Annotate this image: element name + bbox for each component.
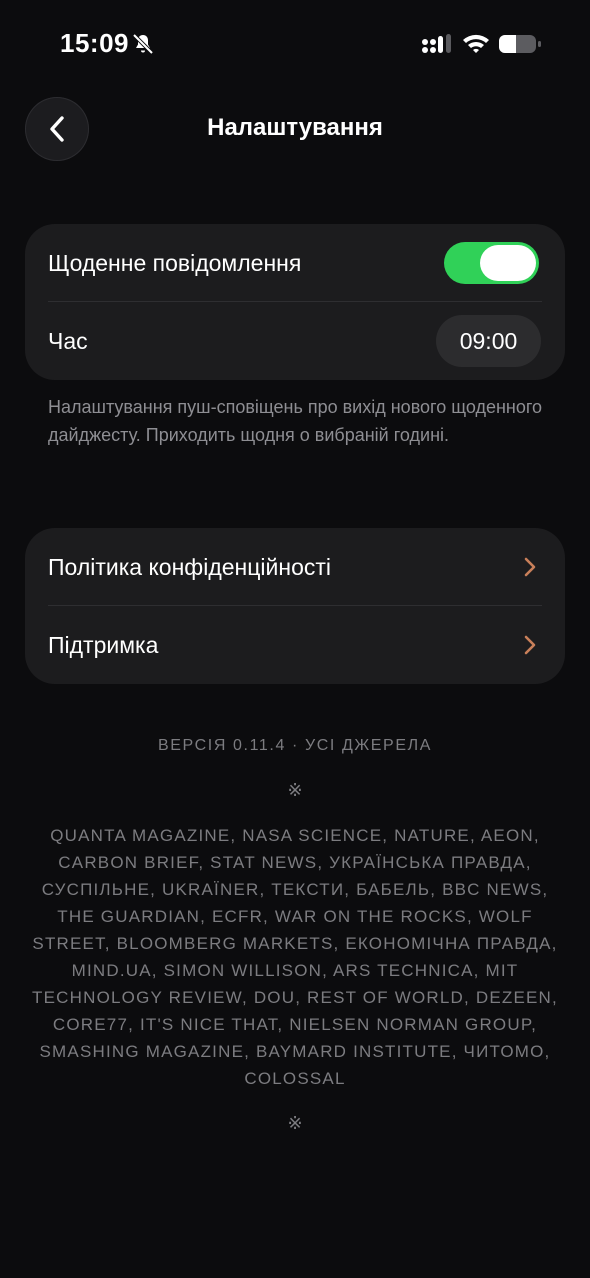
support-label: Підтримка <box>48 631 159 658</box>
privacy-policy-label: Політика конфіденційності <box>48 553 332 580</box>
page-title: Налаштування <box>207 114 383 141</box>
chevron-right-icon <box>524 635 536 655</box>
notifications-card: Щоденне повідомлення Час 09:00 <box>25 224 565 380</box>
cellular-signal-icon <box>422 34 451 53</box>
links-card: Політика конфіденційності Підтримка <box>25 528 565 684</box>
notifications-description: Налаштування пуш-сповіщень про вихід нов… <box>48 397 543 445</box>
status-time: 15:09 <box>60 28 129 58</box>
status-bar: 15:09 <box>0 0 590 90</box>
version-label: ВЕРСІЯ 0.11.4 · УСІ ДЖЕРЕЛА <box>158 737 432 754</box>
privacy-policy-row[interactable]: Політика конфіденційності <box>25 528 565 606</box>
daily-notification-row: Щоденне повідомлення <box>25 224 565 302</box>
toggle-knob <box>480 245 536 281</box>
battery-icon <box>499 35 541 53</box>
daily-notification-label: Щоденне повідомлення <box>48 249 302 276</box>
wifi-icon <box>463 34 489 53</box>
ornament-mark: ※ <box>287 780 303 800</box>
time-row: Час 09:00 <box>25 302 565 380</box>
time-label: Час <box>48 327 88 354</box>
ornament-mark: ※ <box>287 1113 303 1133</box>
support-row[interactable]: Підтримка <box>25 606 565 684</box>
chevron-right-icon <box>524 557 536 577</box>
bell-slash-icon <box>132 33 154 55</box>
sources-list: QUANTA MAGAZINE, NASA SCIENCE, NATURE, A… <box>32 826 558 1088</box>
time-picker[interactable]: 09:00 <box>436 315 541 367</box>
daily-notification-toggle[interactable] <box>444 242 539 284</box>
